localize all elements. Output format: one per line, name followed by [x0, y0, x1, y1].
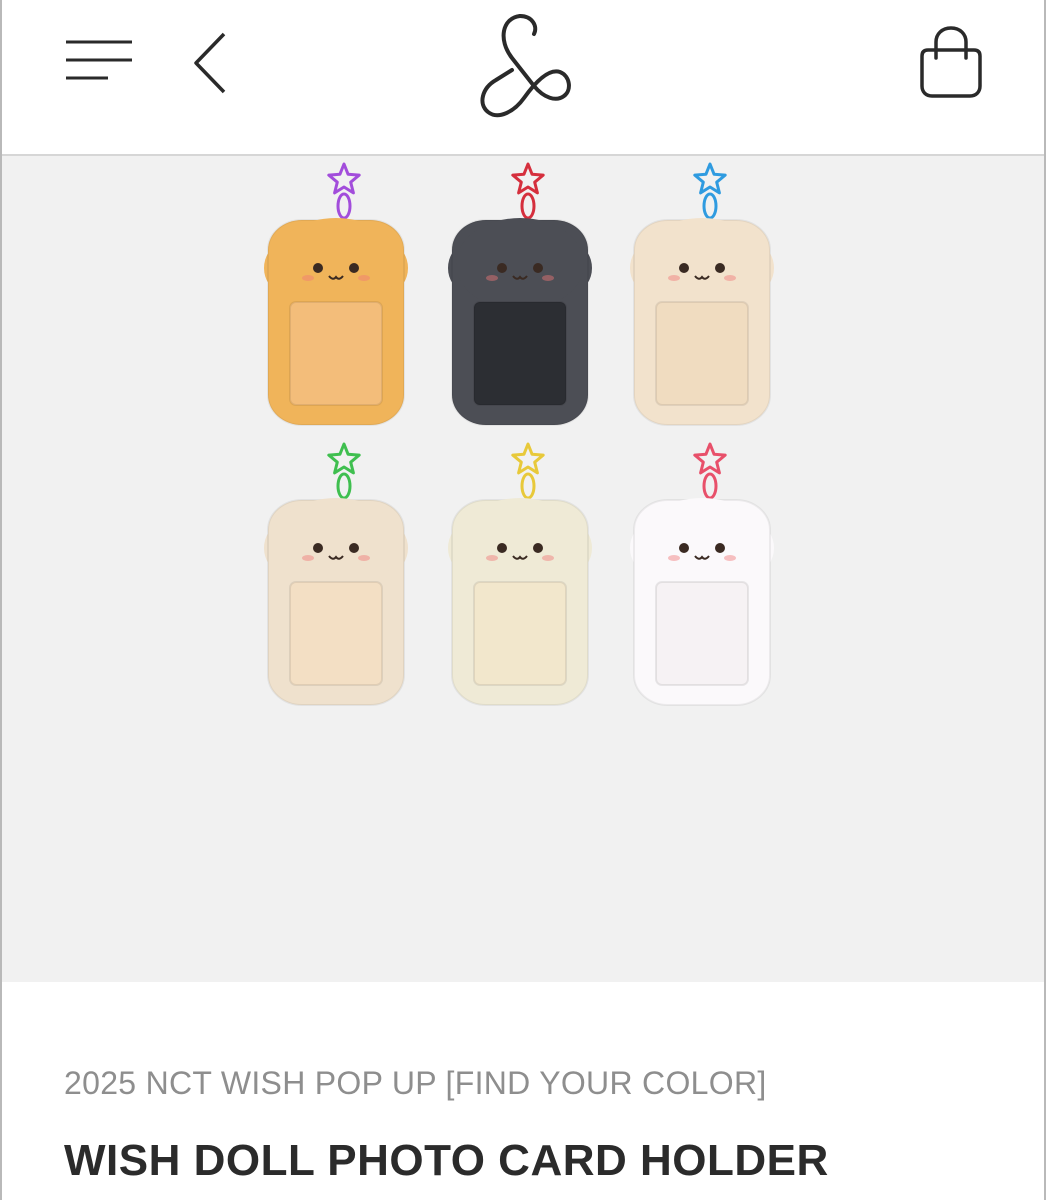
- ivory-puppy-holder: [448, 442, 592, 706]
- shopping-bag-icon[interactable]: [914, 24, 988, 100]
- product-image[interactable]: [2, 156, 1044, 982]
- orange-cat-holder: [264, 162, 408, 426]
- app-frame: 2025 NCT WISH POP UP [FIND YOUR COLOR] W…: [0, 0, 1046, 1200]
- chevron-left-icon[interactable]: [186, 28, 236, 98]
- product-title: WISH DOLL PHOTO CARD HOLDER: [64, 1136, 829, 1185]
- beige-puppy-holder: [264, 442, 408, 706]
- product-collection: 2025 NCT WISH POP UP [FIND YOUR COLOR]: [64, 1065, 767, 1101]
- white-bunny-holder: [630, 442, 774, 706]
- cream-orange-holder: [630, 162, 774, 426]
- gray-cat-holder: [448, 162, 592, 426]
- top-header: [2, 0, 1044, 156]
- product-image-area: [2, 156, 1044, 982]
- ampersand-logo[interactable]: [472, 10, 576, 128]
- product-info: 2025 NCT WISH POP UP [FIND YOUR COLOR] W…: [2, 982, 1044, 1200]
- hamburger-menu-icon[interactable]: [64, 38, 134, 86]
